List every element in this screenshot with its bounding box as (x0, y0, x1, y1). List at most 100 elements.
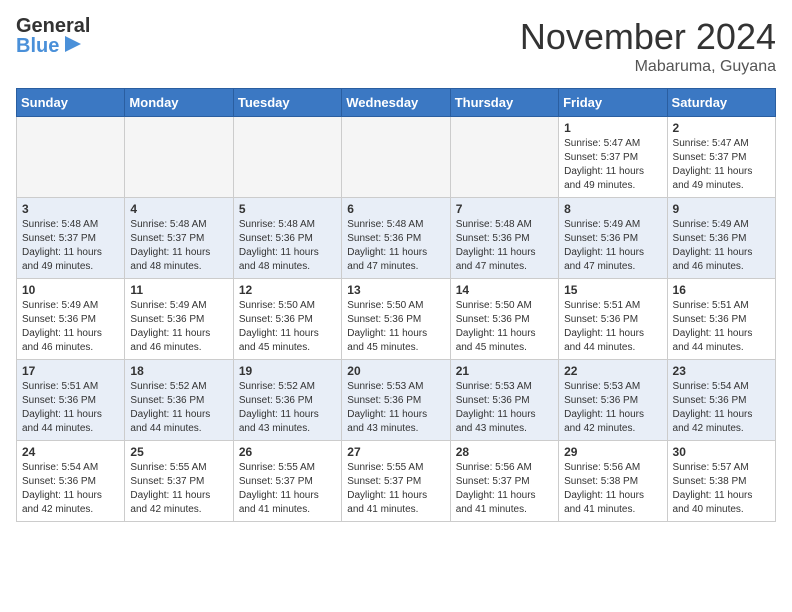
calendar-week-row: 24 Sunrise: 5:54 AM Sunset: 5:36 PM Dayli… (17, 441, 776, 522)
table-row: 13 Sunrise: 5:50 AM Sunset: 5:36 PM Dayli… (342, 279, 450, 360)
day-number: 22 (564, 364, 661, 378)
day-info: Sunrise: 5:54 AM Sunset: 5:36 PM Dayligh… (673, 380, 770, 436)
table-row: 28 Sunrise: 5:56 AM Sunset: 5:37 PM Dayli… (450, 441, 558, 522)
day-info: Sunrise: 5:50 AM Sunset: 5:36 PM Dayligh… (239, 299, 336, 355)
day-number: 9 (673, 202, 770, 216)
table-row: 7 Sunrise: 5:48 AM Sunset: 5:36 PM Daylig… (450, 198, 558, 279)
day-number: 29 (564, 445, 661, 459)
day-number: 7 (456, 202, 553, 216)
day-info: Sunrise: 5:56 AM Sunset: 5:38 PM Dayligh… (564, 461, 661, 517)
table-row: 23 Sunrise: 5:54 AM Sunset: 5:36 PM Dayli… (667, 360, 775, 441)
day-info: Sunrise: 5:48 AM Sunset: 5:36 PM Dayligh… (239, 218, 336, 274)
day-number: 18 (130, 364, 227, 378)
table-row: 14 Sunrise: 5:50 AM Sunset: 5:36 PM Dayli… (450, 279, 558, 360)
day-info: Sunrise: 5:56 AM Sunset: 5:37 PM Dayligh… (456, 461, 553, 517)
table-row (233, 117, 341, 198)
table-row: 8Sunrise: 5:49 AM Sunset: 5:36 PM Daylig… (559, 198, 667, 279)
table-row: 4 Sunrise: 5:48 AM Sunset: 5:37 PM Daylig… (125, 198, 233, 279)
col-sunday: Sunday (17, 89, 125, 117)
day-info: Sunrise: 5:55 AM Sunset: 5:37 PM Dayligh… (130, 461, 227, 517)
day-number: 30 (673, 445, 770, 459)
day-number: 24 (22, 445, 119, 459)
logo-line1: General (16, 16, 90, 36)
day-number: 15 (564, 283, 661, 297)
table-row: 2 Sunrise: 5:47 AM Sunset: 5:37 PM Daylig… (667, 117, 775, 198)
col-tuesday: Tuesday (233, 89, 341, 117)
day-info: Sunrise: 5:48 AM Sunset: 5:36 PM Dayligh… (456, 218, 553, 274)
day-number: 23 (673, 364, 770, 378)
day-info: Sunrise: 5:48 AM Sunset: 5:37 PM Dayligh… (130, 218, 227, 274)
calendar-week-row: 10 Sunrise: 5:49 AM Sunset: 5:36 PM Dayli… (17, 279, 776, 360)
day-number: 28 (456, 445, 553, 459)
day-number: 14 (456, 283, 553, 297)
day-info: Sunrise: 5:48 AM Sunset: 5:37 PM Dayligh… (22, 218, 119, 274)
calendar-week-row: 1 Sunrise: 5:47 AM Sunset: 5:37 PM Daylig… (17, 117, 776, 198)
day-info: Sunrise: 5:51 AM Sunset: 5:36 PM Dayligh… (564, 299, 661, 355)
day-info: Sunrise: 5:53 AM Sunset: 5:36 PM Dayligh… (456, 380, 553, 436)
logo: General Blue (16, 16, 90, 56)
day-info: Sunrise: 5:53 AM Sunset: 5:36 PM Dayligh… (347, 380, 444, 436)
table-row (450, 117, 558, 198)
day-info: Sunrise: 5:51 AM Sunset: 5:36 PM Dayligh… (673, 299, 770, 355)
table-row: 6 Sunrise: 5:48 AM Sunset: 5:36 PM Daylig… (342, 198, 450, 279)
table-row: 22 Sunrise: 5:53 AM Sunset: 5:36 PM Dayli… (559, 360, 667, 441)
table-row: 26Sunrise: 5:55 AM Sunset: 5:37 PM Dayli… (233, 441, 341, 522)
day-number: 20 (347, 364, 444, 378)
col-saturday: Saturday (667, 89, 775, 117)
logo-arrow-icon (61, 36, 81, 56)
table-row: 20 Sunrise: 5:53 AM Sunset: 5:36 PM Dayli… (342, 360, 450, 441)
day-number: 10 (22, 283, 119, 297)
day-info: Sunrise: 5:49 AM Sunset: 5:36 PM Dayligh… (22, 299, 119, 355)
calendar-week-row: 17Sunrise: 5:51 AM Sunset: 5:36 PM Dayli… (17, 360, 776, 441)
logo-text: General Blue (16, 16, 90, 56)
col-monday: Monday (125, 89, 233, 117)
day-number: 8 (564, 202, 661, 216)
day-info: Sunrise: 5:49 AM Sunset: 5:36 PM Dayligh… (673, 218, 770, 274)
calendar-week-row: 3 Sunrise: 5:48 AM Sunset: 5:37 PM Daylig… (17, 198, 776, 279)
day-number: 16 (673, 283, 770, 297)
table-row: 1 Sunrise: 5:47 AM Sunset: 5:37 PM Daylig… (559, 117, 667, 198)
day-number: 11 (130, 283, 227, 297)
table-row: 19 Sunrise: 5:52 AM Sunset: 5:36 PM Dayli… (233, 360, 341, 441)
table-row: 29 Sunrise: 5:56 AM Sunset: 5:38 PM Dayli… (559, 441, 667, 522)
table-row: 3 Sunrise: 5:48 AM Sunset: 5:37 PM Daylig… (17, 198, 125, 279)
day-number: 4 (130, 202, 227, 216)
table-row (342, 117, 450, 198)
table-row: 18Sunrise: 5:52 AM Sunset: 5:36 PM Dayli… (125, 360, 233, 441)
month-title: November 2024 (520, 16, 776, 58)
day-number: 19 (239, 364, 336, 378)
day-info: Sunrise: 5:47 AM Sunset: 5:37 PM Dayligh… (673, 137, 770, 193)
day-info: Sunrise: 5:52 AM Sunset: 5:36 PM Dayligh… (239, 380, 336, 436)
calendar-table: Sunday Monday Tuesday Wednesday Thursday… (16, 88, 776, 522)
day-info: Sunrise: 5:47 AM Sunset: 5:37 PM Dayligh… (564, 137, 661, 193)
col-friday: Friday (559, 89, 667, 117)
title-block: November 2024 Mabaruma, Guyana (520, 16, 776, 76)
logo-line2: Blue (16, 36, 90, 56)
day-number: 3 (22, 202, 119, 216)
table-row: 30Sunrise: 5:57 AM Sunset: 5:38 PM Dayli… (667, 441, 775, 522)
table-row: 11Sunrise: 5:49 AM Sunset: 5:36 PM Dayli… (125, 279, 233, 360)
day-info: Sunrise: 5:54 AM Sunset: 5:36 PM Dayligh… (22, 461, 119, 517)
table-row: 25 Sunrise: 5:55 AM Sunset: 5:37 PM Dayli… (125, 441, 233, 522)
day-info: Sunrise: 5:48 AM Sunset: 5:36 PM Dayligh… (347, 218, 444, 274)
day-number: 25 (130, 445, 227, 459)
day-info: Sunrise: 5:50 AM Sunset: 5:36 PM Dayligh… (456, 299, 553, 355)
table-row: 10 Sunrise: 5:49 AM Sunset: 5:36 PM Dayli… (17, 279, 125, 360)
table-row: 21Sunrise: 5:53 AM Sunset: 5:36 PM Dayli… (450, 360, 558, 441)
day-number: 13 (347, 283, 444, 297)
day-info: Sunrise: 5:51 AM Sunset: 5:36 PM Dayligh… (22, 380, 119, 436)
table-row: 27Sunrise: 5:55 AM Sunset: 5:37 PM Dayli… (342, 441, 450, 522)
day-number: 5 (239, 202, 336, 216)
day-number: 1 (564, 121, 661, 135)
day-info: Sunrise: 5:50 AM Sunset: 5:36 PM Dayligh… (347, 299, 444, 355)
table-row (17, 117, 125, 198)
location: Mabaruma, Guyana (520, 58, 776, 76)
table-row: 5 Sunrise: 5:48 AM Sunset: 5:36 PM Daylig… (233, 198, 341, 279)
day-number: 12 (239, 283, 336, 297)
table-row: 16 Sunrise: 5:51 AM Sunset: 5:36 PM Dayli… (667, 279, 775, 360)
table-row: 9 Sunrise: 5:49 AM Sunset: 5:36 PM Daylig… (667, 198, 775, 279)
day-info: Sunrise: 5:53 AM Sunset: 5:36 PM Dayligh… (564, 380, 661, 436)
day-number: 6 (347, 202, 444, 216)
day-number: 26 (239, 445, 336, 459)
day-number: 2 (673, 121, 770, 135)
